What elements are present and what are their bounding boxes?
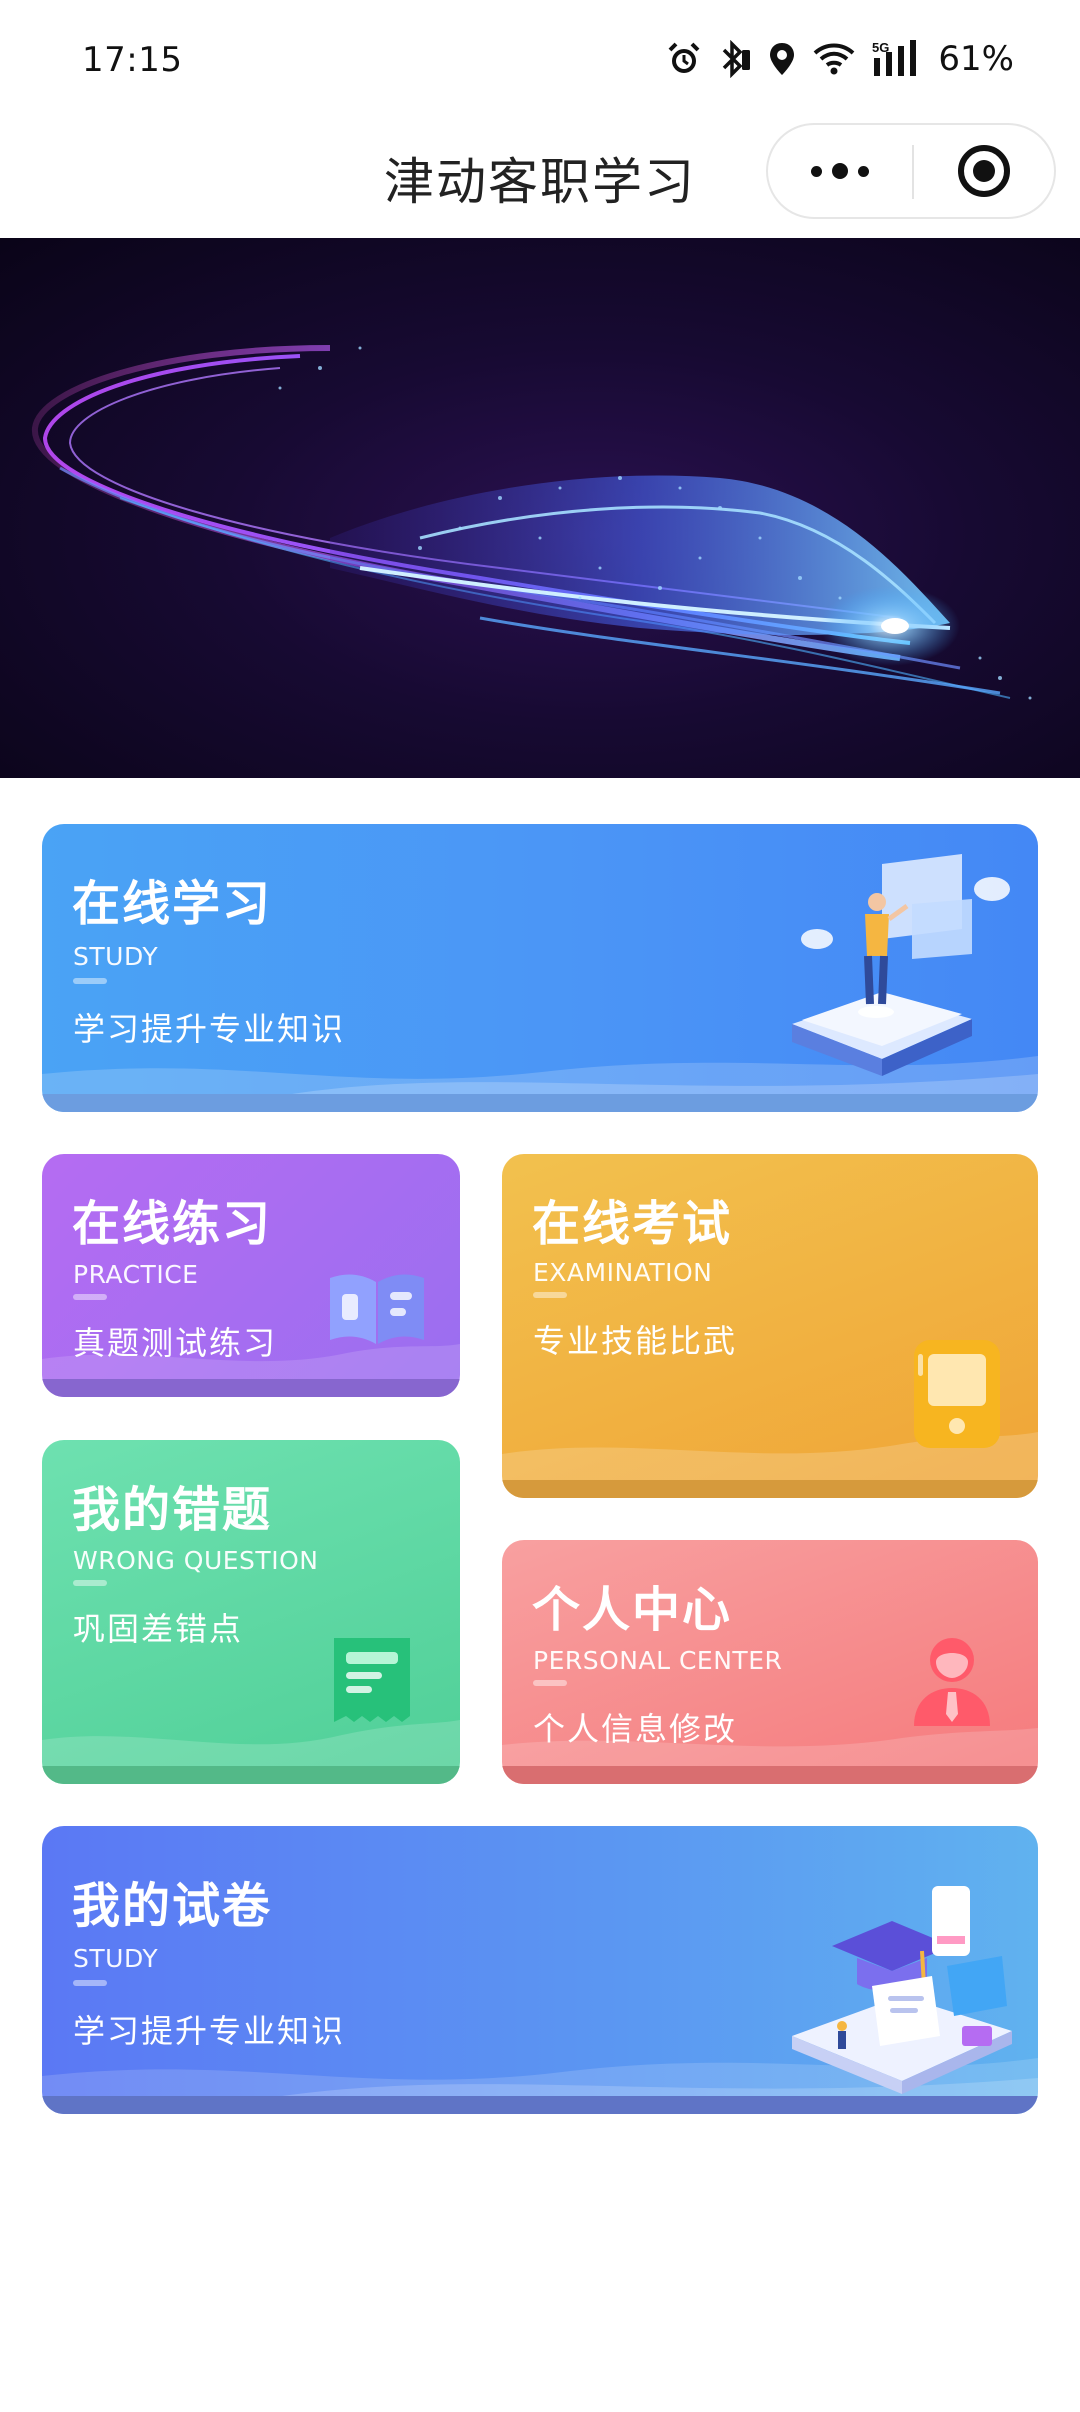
wifi-icon: [814, 43, 855, 75]
practice-title: 在线练习: [72, 1196, 273, 1252]
open-book-icon: [330, 1274, 424, 1344]
battery-percentage: 61%: [938, 39, 1014, 79]
status-time: 17:15: [82, 40, 183, 80]
exam-title: 在线考试: [532, 1196, 733, 1252]
practice-subtitle: PRACTICE: [73, 1260, 199, 1289]
target-close-icon: [958, 145, 1010, 197]
wrong-question-subtitle: WRONG QUESTION: [73, 1546, 319, 1575]
wrong-question-title: 我的错题: [72, 1482, 273, 1538]
location-icon: [770, 43, 795, 75]
title-bar: 津动客职学习: [0, 120, 1080, 238]
study-description: 学习提升专业知识: [73, 1010, 346, 1048]
status-icons: 5G 61%: [666, 38, 1014, 80]
more-button[interactable]: [768, 125, 912, 217]
train-light-trails-image: [31, 345, 1032, 700]
my-papers-title: 我的试卷: [72, 1878, 273, 1934]
wrong-question-card[interactable]: 我的错题 WRONG QUESTION 巩固差错点: [42, 1440, 460, 1784]
study-title: 在线学习: [72, 876, 273, 932]
study-accent-bar: [73, 978, 107, 984]
alarm-icon: [669, 42, 700, 73]
study-subtitle: STUDY: [73, 942, 159, 971]
user-avatar-icon: [914, 1638, 990, 1726]
personal-center-card[interactable]: 个人中心 PERSONAL CENTER 个人信息修改: [502, 1540, 1038, 1784]
my-papers-card[interactable]: 我的试卷 STUDY 学习提升专业知识: [42, 1826, 1038, 2114]
status-bar: 17:15 5G 61%: [0, 0, 1080, 120]
wrong-question-accent-bar: [73, 1580, 107, 1586]
exam-accent-bar: [533, 1292, 567, 1298]
graduation-papers-illustration-icon: [792, 1886, 1012, 2094]
exam-subtitle: EXAMINATION: [533, 1258, 713, 1287]
practice-description: 真题测试练习: [73, 1324, 278, 1362]
bluetooth-icon: [723, 40, 751, 78]
exam-card[interactable]: 在线考试 EXAMINATION 专业技能比武: [502, 1154, 1038, 1498]
study-illustration-icon: [792, 854, 1010, 1076]
mini-program-capsule: [766, 123, 1056, 219]
exam-description: 专业技能比武: [533, 1322, 738, 1360]
tablet-icon: [914, 1340, 1000, 1448]
my-papers-subtitle: STUDY: [73, 1944, 159, 1973]
signal-icon: 5G: [872, 40, 917, 76]
more-dots-icon: [811, 165, 822, 177]
practice-accent-bar: [73, 1294, 107, 1300]
wrong-question-description: 巩固差错点: [73, 1610, 244, 1648]
banner-image[interactable]: [0, 238, 1080, 778]
close-button[interactable]: [914, 125, 1054, 217]
my-papers-accent-bar: [73, 1980, 107, 1986]
my-papers-description: 学习提升专业知识: [73, 2012, 346, 2050]
personal-center-accent-bar: [533, 1680, 567, 1686]
personal-center-subtitle: PERSONAL CENTER: [533, 1646, 783, 1675]
personal-center-title: 个人中心: [532, 1582, 733, 1638]
note-card-icon: [334, 1638, 410, 1722]
study-card[interactable]: 在线学习 STUDY 学习提升专业知识: [42, 824, 1038, 1112]
personal-center-description: 个人信息修改: [533, 1710, 738, 1748]
practice-card[interactable]: 在线练习 PRACTICE 真题测试练习: [42, 1154, 460, 1397]
